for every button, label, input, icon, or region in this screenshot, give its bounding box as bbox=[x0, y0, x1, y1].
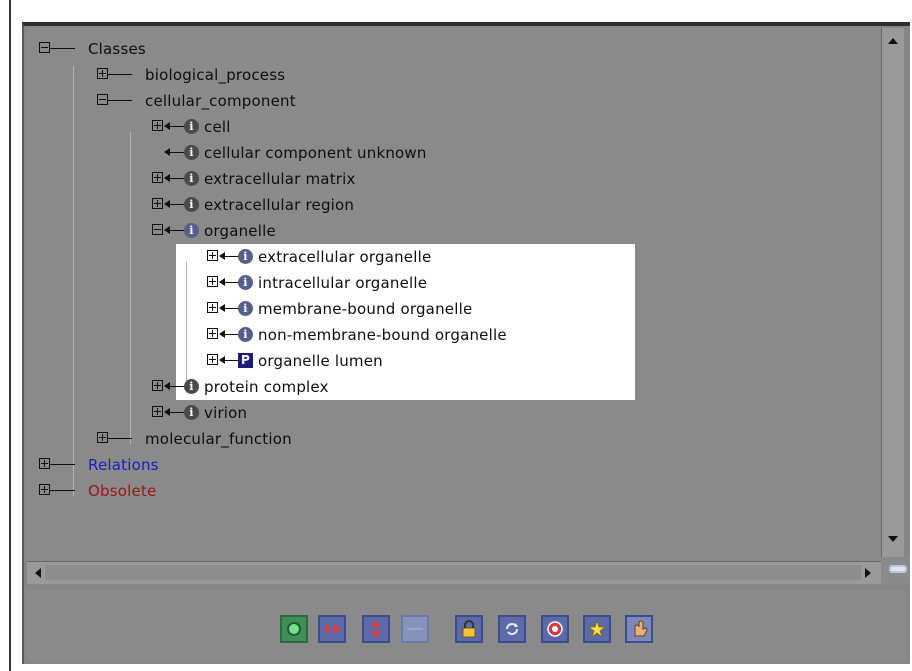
resize-grip-icon[interactable] bbox=[889, 565, 907, 573]
connector-line bbox=[225, 334, 238, 335]
expand-toggle-icon[interactable] bbox=[152, 406, 163, 417]
connector-line bbox=[50, 490, 75, 491]
info-icon: i bbox=[184, 379, 199, 394]
connector-line bbox=[108, 74, 132, 75]
expand-toggle-icon[interactable] bbox=[152, 172, 163, 183]
tree-node-label: membrane-bound organelle bbox=[258, 300, 473, 318]
tree-node-label: Classes bbox=[88, 40, 146, 58]
connector-line bbox=[50, 464, 75, 465]
info-icon: i bbox=[184, 197, 199, 212]
expand-toggle-icon[interactable] bbox=[152, 198, 163, 209]
connector-line bbox=[170, 386, 184, 387]
blank-tool-icon[interactable] bbox=[401, 615, 429, 643]
tree-node-label: protein complex bbox=[204, 378, 329, 396]
horizontal-arrows-icon[interactable] bbox=[318, 615, 346, 643]
connector-line bbox=[170, 230, 184, 231]
tree-node-label: intracellular organelle bbox=[258, 274, 428, 292]
collapse-toggle-icon[interactable] bbox=[152, 224, 163, 235]
left-border bbox=[9, 0, 11, 671]
connector-line bbox=[225, 360, 238, 361]
lock-icon[interactable] bbox=[455, 615, 483, 643]
connector-line bbox=[108, 438, 132, 439]
tree-guide-line-classes bbox=[130, 132, 131, 444]
ontology-tree[interactable]: Classes biological_process cellular_comp… bbox=[27, 28, 881, 561]
tree-node-label: cellular component unknown bbox=[204, 144, 427, 162]
star-icon[interactable] bbox=[583, 615, 611, 643]
connector-line bbox=[108, 100, 132, 101]
tree-node-label: cell bbox=[204, 118, 231, 136]
green-circle-icon[interactable] bbox=[280, 615, 308, 643]
hand-pointer-icon[interactable] bbox=[625, 615, 653, 643]
tree-node-label: extracellular matrix bbox=[204, 170, 356, 188]
info-icon: i bbox=[238, 249, 253, 264]
expand-toggle-icon[interactable] bbox=[97, 432, 108, 443]
refresh-icon[interactable] bbox=[498, 615, 526, 643]
connector-line bbox=[50, 48, 75, 49]
tree-node-label: extracellular organelle bbox=[258, 248, 432, 266]
info-icon: i bbox=[238, 327, 253, 342]
info-icon: i bbox=[184, 223, 199, 238]
scroll-left-icon[interactable] bbox=[35, 568, 41, 578]
info-icon: i bbox=[184, 405, 199, 420]
target-icon[interactable] bbox=[541, 615, 569, 643]
info-icon: i bbox=[184, 119, 199, 134]
connector-line bbox=[170, 126, 184, 127]
tree-node-label: organelle lumen bbox=[258, 352, 383, 370]
tree-node-label: organelle bbox=[204, 222, 276, 240]
info-icon: i bbox=[184, 171, 199, 186]
expand-toggle-icon[interactable] bbox=[207, 250, 218, 261]
expand-toggle-icon[interactable] bbox=[207, 354, 218, 365]
info-icon: i bbox=[238, 301, 253, 316]
expand-toggle-icon[interactable] bbox=[207, 302, 218, 313]
tree-node-label: virion bbox=[204, 404, 248, 422]
expand-toggle-icon[interactable] bbox=[207, 276, 218, 287]
scroll-corner bbox=[881, 557, 910, 583]
tree-node-label: Relations bbox=[88, 456, 159, 474]
scroll-up-icon[interactable] bbox=[888, 38, 898, 44]
info-icon: i bbox=[238, 275, 253, 290]
tree-guide-line-root bbox=[73, 66, 74, 496]
tree-toolbar bbox=[27, 590, 907, 660]
info-icon: i bbox=[184, 145, 199, 160]
expand-toggle-icon[interactable] bbox=[39, 458, 50, 469]
expand-toggle-icon[interactable] bbox=[152, 380, 163, 391]
connector-line bbox=[225, 282, 238, 283]
expand-toggle-icon[interactable] bbox=[207, 328, 218, 339]
connector-line bbox=[170, 152, 184, 153]
horizontal-scrollbar[interactable] bbox=[27, 561, 881, 584]
tree-node-label: extracellular region bbox=[204, 196, 355, 214]
tree-guide-line-organelle bbox=[186, 262, 187, 392]
vertical-arrows-icon[interactable] bbox=[362, 615, 390, 643]
tree-node-label: molecular_function bbox=[145, 430, 292, 448]
connector-line bbox=[170, 204, 184, 205]
tree-node-label: Obsolete bbox=[88, 482, 157, 500]
tree-node-label: cellular_component bbox=[145, 92, 296, 110]
scroll-down-icon[interactable] bbox=[888, 536, 898, 542]
tree-node-label: biological_process bbox=[145, 66, 286, 84]
scroll-thumb[interactable] bbox=[45, 565, 861, 580]
expand-toggle-icon[interactable] bbox=[152, 120, 163, 131]
tree-node-label: non-membrane-bound organelle bbox=[258, 326, 507, 344]
connector-line bbox=[170, 178, 184, 179]
part-of-icon: P bbox=[238, 353, 253, 368]
connector-line bbox=[225, 256, 238, 257]
scroll-right-icon[interactable] bbox=[865, 568, 871, 578]
expand-toggle-icon[interactable] bbox=[39, 484, 50, 495]
vertical-scrollbar[interactable] bbox=[881, 28, 904, 557]
connector-line bbox=[225, 308, 238, 309]
expand-toggle-icon[interactable] bbox=[97, 68, 108, 79]
collapse-toggle-icon[interactable] bbox=[97, 94, 108, 105]
collapse-toggle-icon[interactable] bbox=[39, 42, 50, 53]
connector-line bbox=[170, 412, 184, 413]
